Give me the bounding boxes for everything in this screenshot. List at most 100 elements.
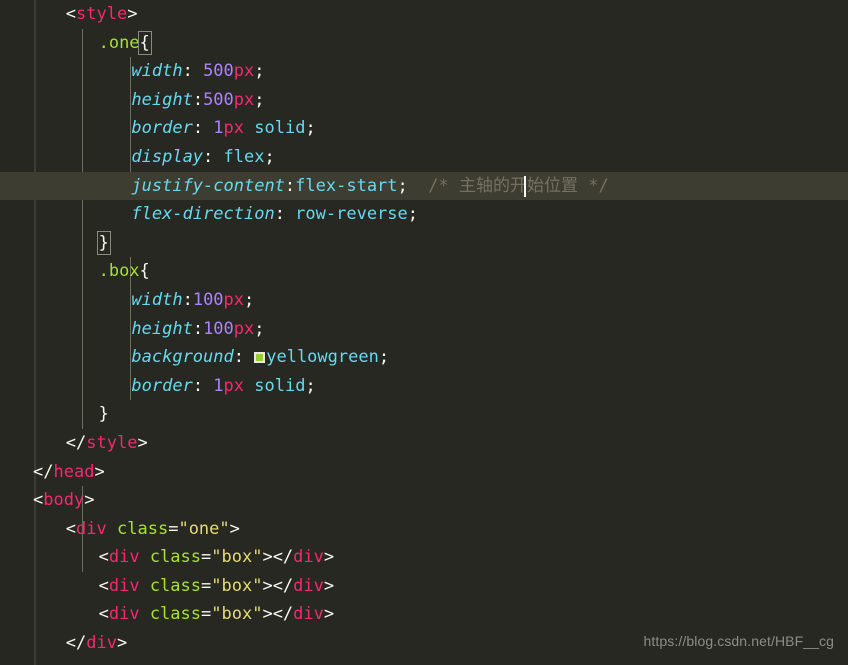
token-punct: </	[65, 633, 87, 654]
token-punct: </	[65, 432, 87, 453]
token-punct: :	[182, 289, 193, 310]
code-line[interactable]: <style>	[0, 0, 848, 29]
token-punct: >	[262, 604, 273, 625]
token-punct: </	[272, 547, 294, 568]
token-punct: >	[137, 432, 148, 453]
token-punct: =	[201, 547, 212, 568]
token-num: 100	[192, 289, 224, 310]
token-prop: width	[131, 61, 183, 82]
token-tag: div	[293, 547, 324, 568]
token-unit: px	[233, 61, 255, 82]
token-punct	[140, 604, 150, 624]
token-punct: :	[192, 318, 204, 339]
code-line[interactable]: width: 500px;	[0, 57, 848, 86]
code-line[interactable]: <div class="one">	[0, 515, 848, 544]
code-line[interactable]: border: 1px solid;	[0, 114, 848, 143]
token-punct	[244, 118, 254, 138]
token-punct: <	[65, 4, 77, 24]
token-punct: >	[323, 547, 335, 568]
bracket-match: {	[137, 30, 152, 55]
token-punct: :	[284, 175, 296, 196]
code-line[interactable]: justify-content:flex-start; /* 主轴的开始位置 *…	[0, 172, 848, 201]
token-comment: /* 主轴的开始位置 */	[428, 175, 609, 196]
token-punct: >	[323, 604, 335, 625]
watermark-url: https://blog.csdn.net/HBF__cg	[643, 633, 834, 650]
token-val: yellowgreen	[266, 347, 379, 368]
code-editor[interactable]: <style> .one{width: 500px; height:500px; bo…	[0, 0, 848, 665]
token-punct: ;	[305, 375, 316, 396]
code-line[interactable]: <div class="box"></div>	[0, 543, 848, 572]
token-str: "box"	[211, 604, 263, 625]
token-attr: class	[149, 547, 201, 568]
text-caret	[524, 175, 526, 197]
token-punct: ;	[305, 118, 316, 139]
token-tag: head	[53, 461, 95, 482]
token-punct: ;	[244, 289, 255, 310]
token-val: flex	[223, 146, 265, 167]
token-sel: .box	[98, 261, 140, 282]
code-line[interactable]: height:500px;	[0, 86, 848, 115]
token-punct: :	[274, 204, 296, 225]
token-punct: >	[262, 547, 273, 568]
code-line[interactable]: width:100px;	[0, 286, 848, 315]
token-punct: }	[98, 404, 109, 425]
token-val: flex-start	[295, 175, 398, 196]
token-punct: ;	[407, 204, 419, 225]
code-line[interactable]: border: 1px solid;	[0, 372, 848, 401]
token-punct: ;	[254, 318, 265, 339]
token-attr: class	[149, 604, 201, 625]
token-punct: >	[262, 575, 273, 596]
token-tag: div	[293, 575, 324, 596]
code-content[interactable]: <style> .one{width: 500px; height:500px; bo…	[0, 0, 848, 658]
code-line[interactable]: display: flex;	[0, 143, 848, 172]
token-unit: px	[233, 89, 255, 110]
token-punct: >	[229, 518, 240, 539]
code-line[interactable]: </style>	[0, 429, 848, 458]
token-punct: </	[272, 575, 294, 596]
token-punct	[244, 376, 254, 396]
token-punct	[140, 576, 150, 596]
token-punct: ;	[378, 347, 390, 368]
code-line[interactable]: <div class="box"></div>	[0, 600, 848, 629]
token-val: solid	[254, 375, 306, 396]
token-punct: >	[117, 633, 128, 654]
token-punct: ;	[254, 89, 265, 110]
token-unit: px	[223, 118, 245, 139]
code-line[interactable]: <body>	[0, 486, 848, 515]
color-swatch-icon[interactable]	[254, 352, 266, 364]
token-punct: :	[233, 347, 255, 368]
token-punct	[140, 547, 150, 567]
code-line[interactable]: </head>	[0, 458, 848, 487]
token-tag: div	[108, 547, 140, 568]
token-punct: :	[192, 89, 204, 110]
code-line[interactable]: background: yellowgreen;	[0, 343, 848, 372]
token-punct: =	[168, 518, 179, 539]
token-punct	[408, 176, 428, 196]
token-tag: body	[43, 490, 85, 511]
token-val: row-reverse	[295, 204, 408, 225]
code-line[interactable]: }	[0, 229, 848, 258]
token-num: 100	[203, 318, 234, 339]
token-tag: div	[108, 575, 140, 596]
code-line[interactable]: .box{	[0, 257, 848, 286]
token-prop: flex-direction	[131, 204, 275, 225]
code-line[interactable]: .one{	[0, 29, 848, 58]
code-line[interactable]: }	[0, 400, 848, 429]
token-punct: ;	[264, 146, 275, 167]
token-punct: :	[192, 375, 214, 396]
code-line[interactable]: flex-direction: row-reverse;	[0, 200, 848, 229]
token-num: 1	[213, 375, 224, 396]
token-punct: :	[203, 146, 224, 167]
token-num: 500	[203, 89, 234, 110]
token-unit: px	[223, 289, 245, 310]
token-str: "one"	[178, 518, 230, 539]
token-punct: </	[272, 604, 294, 625]
token-prop: border	[131, 375, 193, 396]
token-punct: ;	[397, 175, 408, 196]
token-str: "box"	[211, 547, 263, 568]
code-line[interactable]: <div class="box"></div>	[0, 572, 848, 601]
token-tag: style	[76, 4, 128, 24]
code-line[interactable]: height:100px;	[0, 315, 848, 344]
token-num: 500	[203, 61, 234, 82]
token-punct	[107, 519, 117, 539]
